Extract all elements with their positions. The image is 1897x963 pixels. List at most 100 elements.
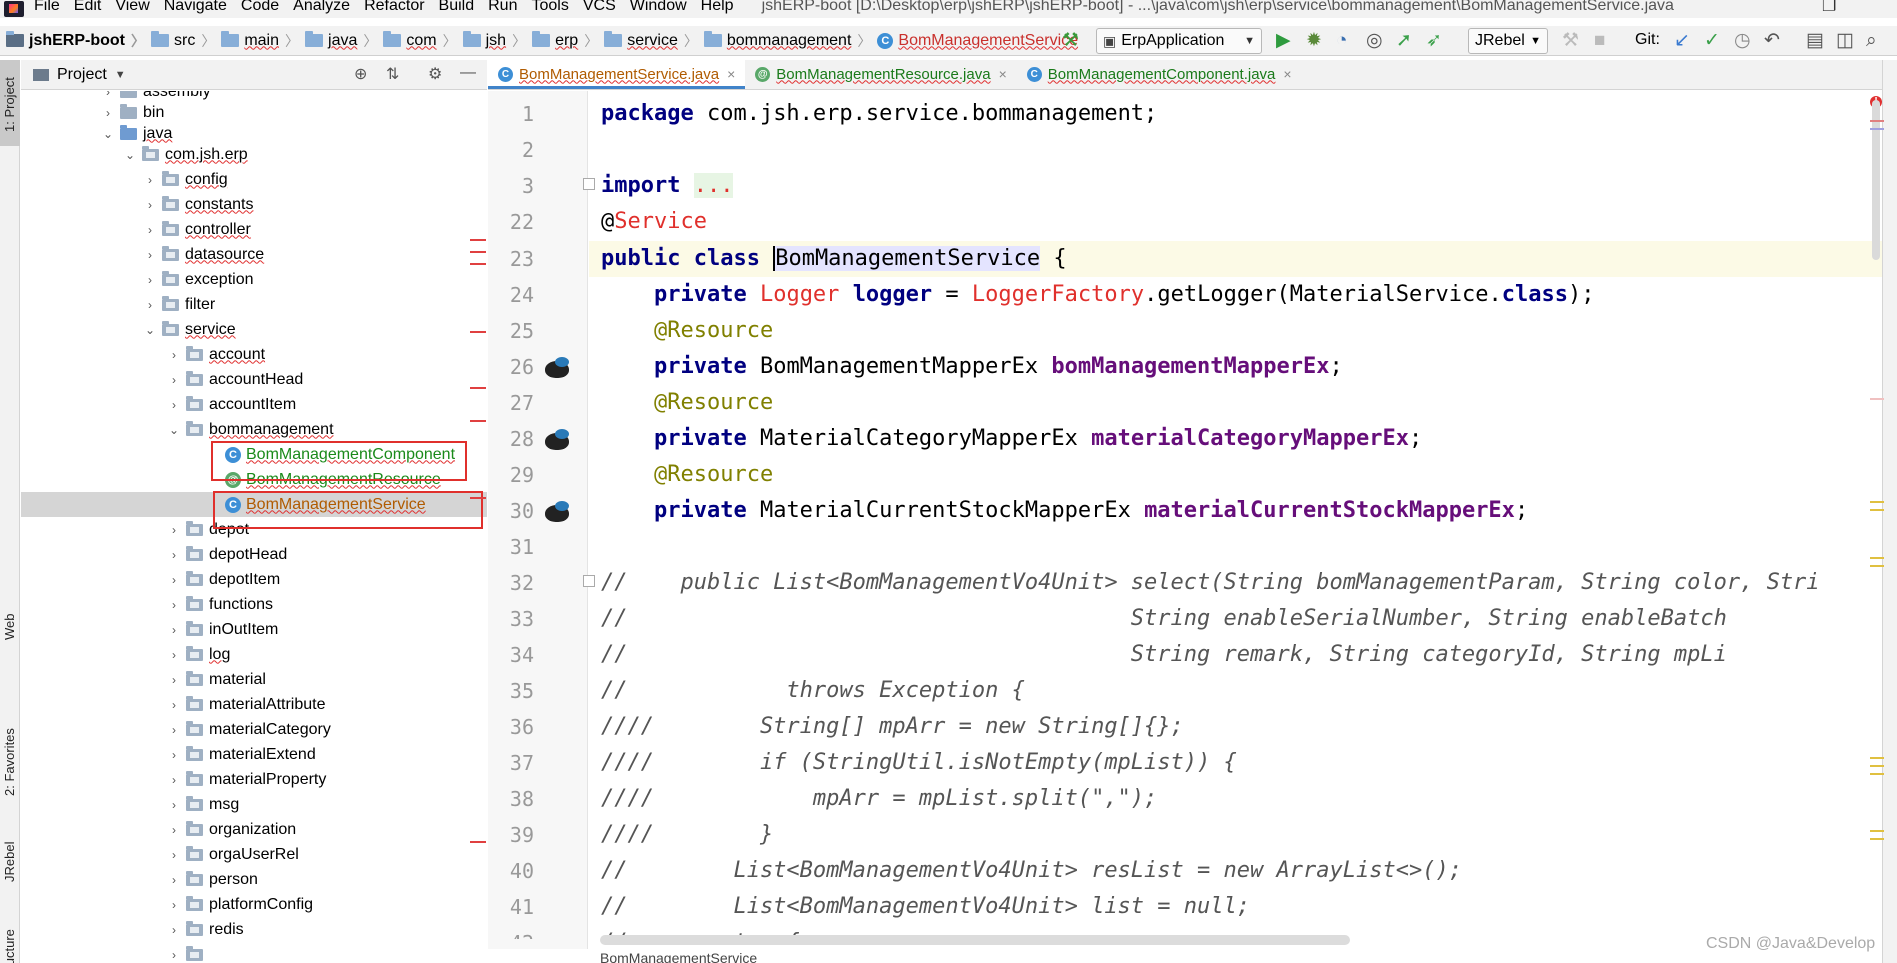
code-line[interactable]: //// mpArr = mpList.split(","); [601, 781, 1883, 817]
tree-item-organization[interactable]: › organization [21, 817, 487, 842]
tab-bommanagementcomponent[interactable]: C BomManagementComponent.java × [1017, 59, 1302, 89]
locate-icon[interactable]: ⊕ [354, 64, 367, 84]
close-icon[interactable]: × [999, 66, 1007, 82]
crumb-bommanagementservice[interactable]: C BomManagementService [877, 32, 1078, 50]
tree-item-person[interactable]: › person [21, 867, 487, 892]
chevron-right-icon[interactable]: › [166, 523, 182, 537]
menu-run[interactable]: Run [488, 0, 517, 14]
editor-horizontal-scrollbar[interactable] [600, 935, 1350, 945]
chevron-right-icon[interactable]: › [166, 598, 182, 612]
code-line[interactable]: private MaterialCategoryMapperEx materia… [601, 421, 1883, 457]
chevron-right-icon[interactable]: › [166, 923, 182, 937]
menu-window[interactable]: Window [630, 0, 687, 14]
code-line[interactable]: //// } [601, 817, 1883, 853]
jrebel-run-icon[interactable]: ➚ [1396, 31, 1412, 51]
code-line[interactable]: private Logger logger = LoggerFactory.ge… [601, 277, 1883, 313]
project-view-selector[interactable]: Project ▼ [33, 66, 126, 84]
tab-jrebel-toolwindow[interactable]: JRebel [0, 830, 20, 890]
jrebel-debug-icon[interactable]: ➶ [1426, 31, 1442, 51]
crumb-src[interactable]: src 〉 [151, 31, 221, 51]
tree-item-accounthead[interactable]: › accountHead [21, 367, 487, 392]
gear-icon[interactable]: ⚙ [428, 64, 442, 84]
menu-refactor[interactable]: Refactor [364, 0, 424, 14]
menu-analyze[interactable]: Analyze [293, 0, 350, 14]
code-line[interactable]: // List<BomManagementVo4Unit> resList = … [601, 853, 1883, 889]
chevron-right-icon[interactable]: › [100, 106, 116, 120]
restore-window-icon[interactable]: ❐ [1822, 0, 1836, 16]
tree-item-material[interactable]: › material [21, 667, 487, 692]
minimize-icon[interactable]: — [460, 64, 476, 82]
tree-item-platformconfig[interactable]: › platformConfig [21, 892, 487, 917]
debug-icon[interactable]: ✹ [1306, 31, 1322, 51]
menu-edit[interactable]: Edit [74, 0, 102, 14]
collapse-all-icon[interactable]: ⇅ [386, 64, 399, 84]
chevron-down-icon[interactable]: ⌄ [122, 148, 138, 162]
close-icon[interactable]: × [727, 66, 735, 82]
tab-project-toolwindow[interactable]: 1: Project [0, 60, 20, 146]
tree-item-materialextend[interactable]: › materialExtend [21, 742, 487, 767]
menu-help[interactable]: Help [701, 0, 734, 14]
chevron-right-icon[interactable]: › [142, 273, 158, 287]
code-line[interactable]: import ... [601, 168, 1883, 204]
chevron-right-icon[interactable]: › [100, 91, 116, 99]
code-line[interactable]: private BomManagementMapperEx bomManagem… [601, 349, 1883, 385]
crumb-project[interactable]: jshERP-boot 〉 [6, 31, 151, 51]
git-history-icon[interactable]: ◷ [1734, 31, 1751, 51]
crumb-erp[interactable]: erp 〉 [532, 31, 604, 51]
editor-breadcrumb[interactable]: BomManagementService [600, 950, 757, 963]
tree-item-depotitem[interactable]: › depotItem [21, 567, 487, 592]
git-update-icon[interactable]: ↙ [1674, 31, 1690, 51]
run-configuration-select[interactable]: ▣ ErpApplication ▼ [1096, 28, 1262, 54]
chevron-right-icon[interactable]: › [166, 373, 182, 387]
menu-view[interactable]: View [115, 0, 149, 14]
tree-item-materialattribute[interactable]: › materialAttribute [21, 692, 487, 717]
mybatis-mapper-icon[interactable] [543, 355, 571, 379]
code-line[interactable]: @Resource [601, 385, 1883, 421]
run-icon[interactable]: ▶ [1276, 31, 1291, 51]
crumb-com[interactable]: com 〉 [383, 31, 462, 51]
chevron-right-icon[interactable]: › [166, 748, 182, 762]
chevron-right-icon[interactable]: › [166, 848, 182, 862]
tree-item-account[interactable]: › account [21, 342, 487, 367]
fold-toggle-icon[interactable] [583, 178, 595, 190]
tree-item-redis[interactable]: › redis [21, 917, 487, 942]
chevron-right-icon[interactable]: › [142, 173, 158, 187]
menu-navigate[interactable]: Navigate [164, 0, 227, 14]
chevron-right-icon[interactable]: › [142, 198, 158, 212]
code-line[interactable]: @Resource [601, 313, 1883, 349]
code-line[interactable]: @Service [601, 204, 1883, 240]
code-line[interactable]: // public List<BomManagementVo4Unit> sel… [601, 565, 1883, 601]
chevron-right-icon[interactable]: › [166, 898, 182, 912]
fold-toggle-icon[interactable] [583, 575, 595, 587]
mybatis-mapper-icon[interactable] [543, 427, 571, 451]
code-line[interactable]: private MaterialCurrentStockMapperEx mat… [601, 493, 1883, 529]
build-hammer-icon[interactable]: ⚒ [1062, 31, 1079, 51]
code-line[interactable]: // String enableSerialNumber, String ena… [601, 601, 1883, 637]
chevron-right-icon[interactable]: › [166, 573, 182, 587]
git-rollback-icon[interactable]: ↶ [1764, 31, 1780, 51]
code-line[interactable]: @Resource [601, 457, 1883, 493]
code-line[interactable]: public class BomManagementService { [601, 241, 1883, 277]
code-line[interactable]: //// if (StringUtil.isNotEmpty(mpList)) … [601, 745, 1883, 781]
crumb-service[interactable]: service 〉 [604, 31, 704, 51]
tree-item-inoutitem[interactable]: › inOutItem [21, 617, 487, 642]
project-structure-icon[interactable]: ▤ [1806, 31, 1824, 51]
tree-item-constants[interactable]: › constants [21, 192, 487, 217]
chevron-right-icon[interactable]: › [166, 648, 182, 662]
chevron-down-icon[interactable]: ⌄ [142, 323, 158, 337]
chevron-down-icon[interactable]: ⌄ [166, 423, 182, 437]
chevron-down-icon[interactable]: ⌄ [100, 127, 116, 141]
tab-structure-toolwindow[interactable]: Z: Structure [0, 905, 20, 963]
tab-web-toolwindow[interactable]: Web [0, 600, 20, 660]
chevron-right-icon[interactable]: › [142, 223, 158, 237]
chevron-right-icon[interactable]: › [166, 673, 182, 687]
tree-item-orgauserrel[interactable]: › orgaUserRel [21, 842, 487, 867]
tree-item-materialcategory[interactable]: › materialCategory [21, 717, 487, 742]
tree-item-com-jsh-erp[interactable]: ⌄ com.jsh.erp [21, 142, 487, 167]
menu-file[interactable]: File [34, 0, 60, 14]
tree-item-log[interactable]: › log [21, 642, 487, 667]
tree-item-accountitem[interactable]: › accountItem [21, 392, 487, 417]
code-line[interactable]: //// String[] mpArr = new String[]{}; [601, 709, 1883, 745]
tree-item-datasource[interactable]: › datasource [21, 242, 487, 267]
tree-item-msg[interactable]: › msg [21, 792, 487, 817]
